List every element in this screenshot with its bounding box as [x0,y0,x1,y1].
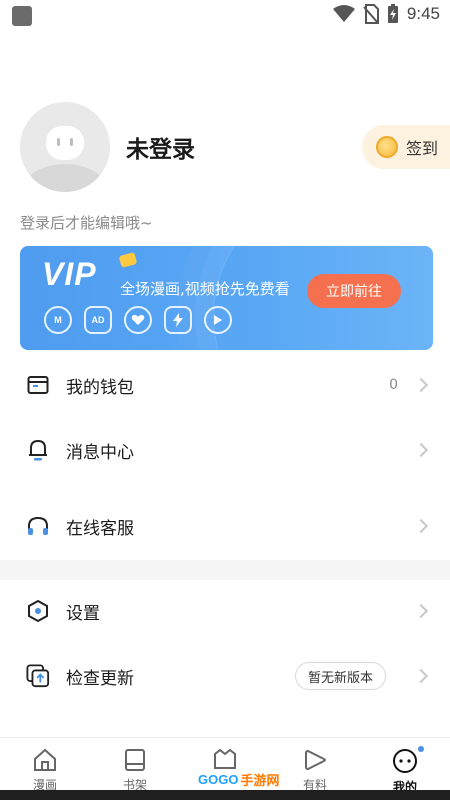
vip-banner[interactable]: VIP 全场漫画,视频抢先免费看 立即前往 M AD [20,246,433,350]
menu-item-settings[interactable]: 设置 [0,583,450,639]
house-icon [34,748,56,771]
checkin-label: 签到 [406,139,439,158]
menu-label: 在线客服 [66,518,134,539]
play-icon [204,306,232,334]
gear-icon [26,599,50,623]
username[interactable]: 未登录 [126,130,195,164]
vip-logo: VIP [42,256,97,292]
status-icons: 9:45 [332,4,440,24]
checkin-button[interactable]: 签到 [362,125,450,169]
menu-label: 消息中心 [66,442,134,463]
vip-promo-text: 全场漫画,视频抢先免费看 [120,280,290,298]
menu-label: 设置 [66,603,100,624]
crown-icon [118,252,138,268]
heart-icon [124,306,152,334]
menu-item-messages[interactable]: 消息中心 [0,422,450,478]
bell-icon [26,438,50,462]
battery-charging-icon [387,4,398,23]
face-icon [393,749,417,773]
watermark-brand: GOGO [198,771,239,787]
app-notification-icon [12,6,32,26]
notification-dot [418,746,424,752]
wallet-icon [26,373,50,397]
vip-benefit-icons: M AD [44,306,232,334]
menu-label: 检查更新 [66,668,134,689]
no-sim-icon [363,4,379,24]
no-ads-icon: AD [84,306,112,334]
login-hint: 登录后才能编辑哦~ [20,214,153,232]
chevron-right-icon [413,668,429,684]
chevron-right-icon [413,442,429,458]
update-icon [26,664,50,688]
clock: 9:45 [406,4,440,23]
play-icon [305,749,326,771]
wallet-balance: 0 [389,377,398,393]
section-divider [0,560,450,580]
comic-benefit-icon: M [44,306,72,334]
book-icon [125,749,145,771]
wifi-icon [332,5,355,22]
coin-icon [376,136,398,158]
update-status-badge: 暂无新版本 [294,662,386,690]
system-nav-bar [0,790,450,800]
menu-item-check-update[interactable]: 检查更新 暂无新版本 [0,648,450,704]
vip-go-button[interactable]: 立即前往 [307,274,401,308]
avatar[interactable] [20,102,110,192]
menu-label: 我的钱包 [66,377,134,398]
headset-icon [26,514,50,538]
chevron-right-icon [413,603,429,619]
status-bar: 9:45 [0,0,450,30]
lightning-icon [164,306,192,334]
menu-item-support[interactable]: 在线客服 [0,498,450,554]
chevron-right-icon [413,377,429,393]
watermark: GOGO 手游网 [198,768,279,790]
menu-item-wallet[interactable]: 我的钱包 0 [0,357,450,413]
default-avatar-icon [23,126,107,192]
chevron-right-icon [413,518,429,534]
watermark-suffix: 手游网 [240,772,280,788]
